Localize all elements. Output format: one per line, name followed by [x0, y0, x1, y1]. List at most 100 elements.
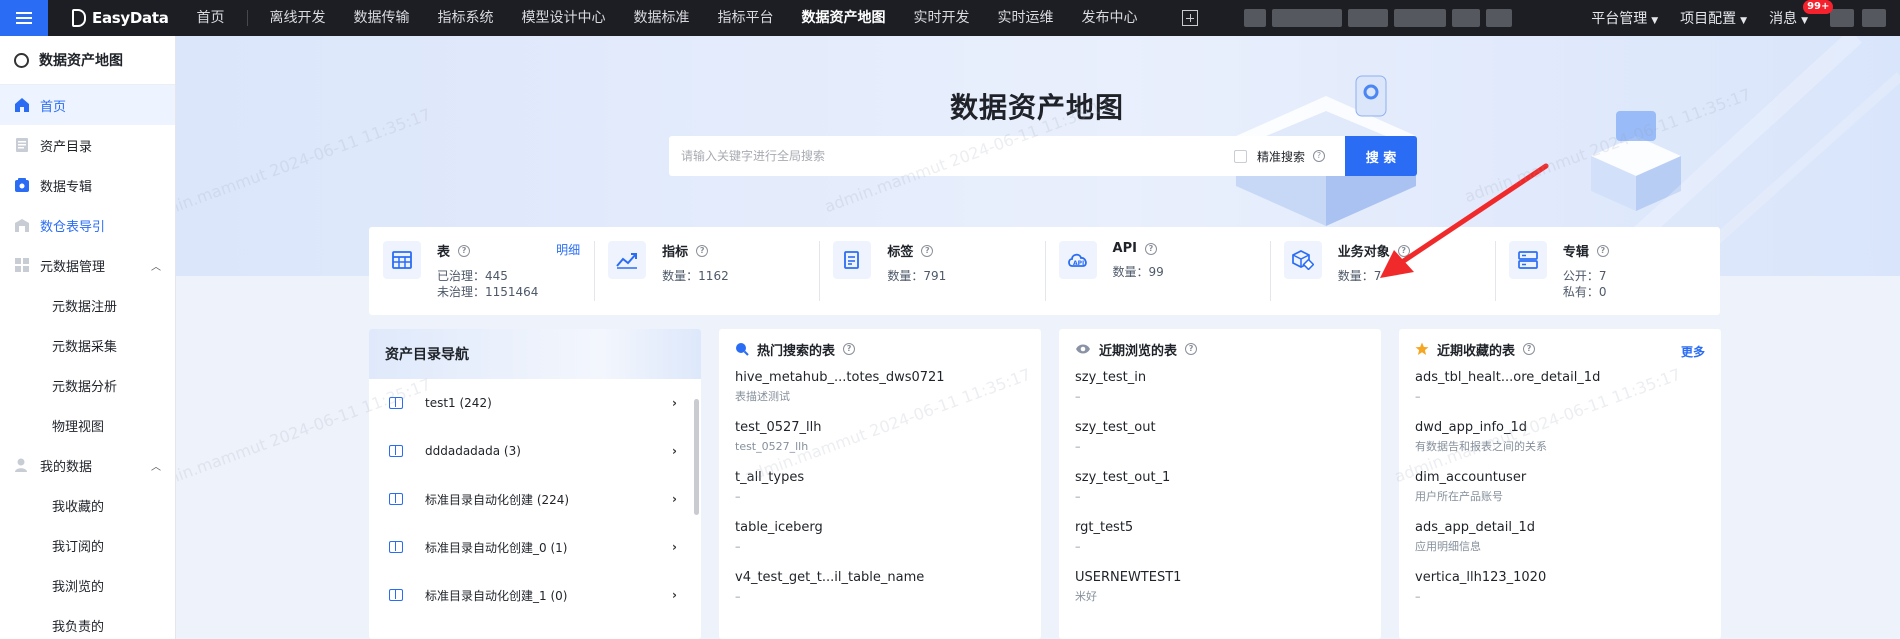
exact-search-checkbox[interactable] [1233, 149, 1247, 163]
nav-item-home[interactable]: 首页 [183, 0, 239, 36]
catalog-nav-item[interactable]: 标准目录自动化创建 (224) › [369, 475, 701, 523]
table-list-item[interactable]: vertica_llh123_1020 – [1399, 569, 1721, 619]
sidebar-title: 数据资产地图 [0, 36, 175, 85]
catalog-nav-item[interactable]: 标准目录自动化创建_0 (1) › [369, 523, 701, 571]
help-icon[interactable]: ? [458, 244, 471, 257]
top-navigation-bar: EasyData 首页 离线开发 数据传输 指标系统 模型设计中心 数据标准 指… [0, 0, 1900, 36]
table-description: – [1075, 540, 1081, 553]
catalog-nav-item[interactable]: test1 (242) › [369, 379, 701, 427]
stat-card-table[interactable]: 表? 已治理：445 未治理：1151464 明细 [369, 227, 594, 315]
logo[interactable]: EasyData [72, 9, 169, 27]
sidebar-item-home[interactable]: 首页 [0, 85, 175, 125]
table-list-item[interactable]: szy_test_in – [1059, 369, 1381, 419]
grid-icon [15, 258, 29, 272]
chevron-right-icon: › [672, 396, 677, 410]
nav-divider [246, 10, 248, 26]
svg-text:API: API [1073, 260, 1084, 267]
table-list-item[interactable]: test_0527_llh test_0527_llh [719, 419, 1041, 469]
table-name: vertica_llh123_1020 [1415, 570, 1547, 585]
nav-item-data-standard[interactable]: 数据标准 [620, 0, 704, 36]
sidebar-item-catalog[interactable]: 资产目录 [0, 125, 175, 165]
sidebar-subitem-my-browsed[interactable]: 我浏览的 [0, 565, 175, 605]
book-icon [389, 493, 403, 505]
table-list-item[interactable]: ads_app_detail_1d 应用明细信息 [1399, 519, 1721, 569]
annotation-arrow-icon [1380, 163, 1549, 278]
sidebar-subitem-physical-view[interactable]: 物理视图 [0, 405, 175, 445]
api-icon: API [1058, 241, 1097, 279]
redacted-user-area[interactable] [1830, 9, 1886, 27]
table-description: – [1075, 490, 1081, 503]
chevron-up-icon: ︿ [151, 461, 161, 473]
stat-card-api[interactable]: API API? 数量：99 [1044, 227, 1270, 315]
platform-management-menu[interactable]: 平台管理 ▼ [1591, 8, 1658, 28]
nav-item-release-center[interactable]: 发布中心 [1068, 0, 1152, 36]
nav-item-metric-platform[interactable]: 指标平台 [704, 0, 788, 36]
sidebar-item-warehouse-guide[interactable]: 数仓表导引 [0, 205, 175, 245]
catalog-nav-label: dddadadada (3) [425, 444, 521, 458]
sidebar-item-metadata-management[interactable]: 元数据管理 ︿ [0, 245, 175, 285]
project-config-menu[interactable]: 项目配置 ▼ [1680, 8, 1747, 28]
stat-name: 专辑 [1562, 245, 1589, 260]
table-list-item[interactable]: szy_test_out – [1059, 419, 1381, 469]
messages-menu[interactable]: 消息 ▼ 99+ [1769, 0, 1834, 28]
table-list-item[interactable]: szy_test_out_1 – [1059, 469, 1381, 519]
scrollbar[interactable] [694, 399, 699, 515]
nav-item-metric-system[interactable]: 指标系统 [424, 0, 508, 36]
nav-item-offline-dev[interactable]: 离线开发 [256, 0, 340, 36]
global-search-input[interactable] [669, 137, 1234, 175]
nav-item-realtime-dev[interactable]: 实时开发 [900, 0, 984, 36]
table-list-item[interactable]: dwd_app_info_1d 有数据告和报表之间的关系 [1399, 419, 1721, 469]
sidebar-subitem-my-owned[interactable]: 我负责的 [0, 605, 175, 639]
help-icon[interactable]: ? [921, 244, 934, 257]
table-list-item[interactable]: rgt_test5 – [1059, 519, 1381, 569]
help-icon[interactable]: ? [696, 244, 709, 257]
nav-item-realtime-ops[interactable]: 实时运维 [984, 0, 1068, 36]
table-description: – [735, 540, 741, 553]
panel-title: 近期浏览的表 [1099, 343, 1178, 359]
catalog-navigation-panel: 资产目录导航 test1 (242) › dddadadada (3) › 标准目录… [369, 329, 701, 639]
table-description: 有数据告和报表之间的关系 [1415, 440, 1547, 453]
catalog-nav-item[interactable]: 标准目录自动化创建_1 (0) › [369, 571, 701, 619]
nav-item-model-design[interactable]: 模型设计中心 [508, 0, 620, 36]
sidebar-subitem-my-favorites[interactable]: 我收藏的 [0, 485, 175, 525]
stat-value: 数量：99 [1112, 265, 1164, 279]
table-list-item[interactable]: USERNEWTEST1 米好 [1059, 569, 1381, 619]
catalog-nav-label: 标准目录自动化创建_1 (0) [425, 588, 568, 603]
stat-name: 指标 [662, 245, 689, 260]
hamburger-menu-button[interactable] [0, 0, 48, 36]
chevron-right-icon: › [672, 492, 677, 506]
tag-icon [833, 241, 872, 279]
sidebar-item-label: 元数据管理 [40, 259, 106, 275]
stat-card-metric[interactable]: 指标? 数量：1162 [594, 227, 819, 315]
sidebar-item-album[interactable]: 数据专辑 [0, 165, 175, 205]
help-icon[interactable]: ? [1313, 150, 1325, 162]
table-list-item[interactable]: hive_metahub_...totes_dws0721 表描述测试 [719, 369, 1041, 419]
help-icon[interactable]: ? [843, 343, 856, 355]
table-icon [383, 241, 421, 279]
stat-card-tag[interactable]: 标签? 数量：791 [819, 227, 1044, 315]
sidebar-subitem-metadata-register[interactable]: 元数据注册 [0, 285, 175, 325]
more-link[interactable]: 更多 [1681, 343, 1705, 360]
sidebar-subitem-my-subscriptions[interactable]: 我订阅的 [0, 525, 175, 565]
sidebar-subitem-metadata-collect[interactable]: 元数据采集 [0, 325, 175, 365]
table-list-item[interactable]: table_iceberg – [719, 519, 1041, 569]
table-list-item[interactable]: v4_test_get_t...il_table_name – [719, 569, 1041, 619]
help-icon[interactable]: ? [1144, 242, 1157, 255]
nav-item-data-transfer[interactable]: 数据传输 [340, 0, 424, 36]
table-list-item[interactable]: dim_accountuser 用户所在产品账号 [1399, 469, 1721, 519]
exact-search-option[interactable]: 精准搜索 ? [1233, 148, 1325, 165]
help-icon[interactable]: ? [1596, 244, 1609, 257]
platform-management-label: 平台管理 [1591, 11, 1648, 27]
stat-name: 标签 [887, 245, 914, 260]
table-name: table_iceberg [735, 520, 823, 535]
catalog-nav-item[interactable]: dddadadada (3) › [369, 427, 701, 475]
sidebar-subitem-metadata-analysis[interactable]: 元数据分析 [0, 365, 175, 405]
table-list-item[interactable]: ads_tbl_healt...ore_detail_1d – [1399, 369, 1721, 419]
sidebar-item-my-data[interactable]: 我的数据 ︿ [0, 445, 175, 485]
add-shortcut-icon[interactable] [1181, 10, 1198, 26]
table-list-item[interactable]: t_all_types – [719, 469, 1041, 519]
nav-item-asset-map[interactable]: 数据资产地图 [788, 0, 900, 36]
help-icon[interactable]: ? [1185, 343, 1198, 355]
help-icon[interactable]: ? [1523, 343, 1536, 355]
table-detail-link[interactable]: 明细 [556, 241, 580, 258]
